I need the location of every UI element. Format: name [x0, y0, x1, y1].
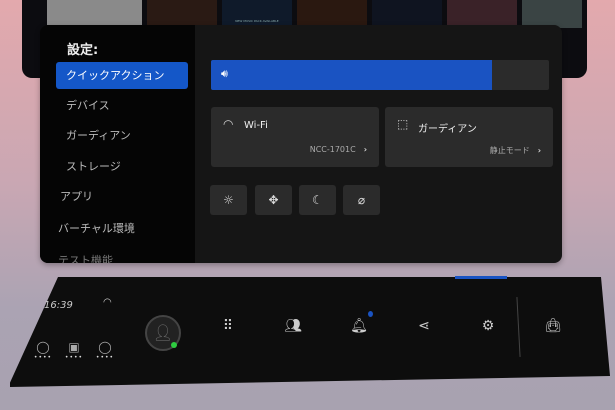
brightness-button[interactable]: ☼ [210, 185, 247, 215]
volume-fill [211, 60, 492, 90]
sidebar-item-quick-actions[interactable]: クイックアクション [56, 62, 188, 89]
library-thumbnail[interactable]: NEW MUSIC PACK AVAILABLE [222, 0, 292, 28]
controller-icon: ◯ [98, 340, 112, 354]
guardian-icon: ⬚ [397, 117, 409, 131]
apps-grid-icon[interactable]: ⠿ [218, 318, 238, 334]
night-mode-button[interactable]: ☾ [299, 185, 336, 215]
settings-panel: 設定: クイックアクション デバイス ガーディアン ストレージ アプリ バーチャ… [40, 25, 562, 263]
active-indicator [455, 276, 507, 279]
people-icon[interactable]: 👥︎ [283, 318, 303, 334]
wifi-tile[interactable]: ◠ Wi-Fi NCC-1701C › [211, 107, 379, 167]
sidebar-item-virtual-environment[interactable]: バーチャル環境 [48, 215, 180, 242]
chevron-right-icon: › [537, 146, 541, 155]
user-icon: 👤︎ [152, 323, 174, 342]
wifi-network-name: NCC-1701C [309, 145, 356, 154]
wifi-network: NCC-1701C › [310, 145, 367, 154]
sidebar-item-apps[interactable]: アプリ [50, 183, 182, 210]
night-mode-icon: ☾ [312, 193, 323, 207]
right-controller-status: ◯ •••• [95, 340, 115, 361]
notification-badge [368, 311, 373, 317]
library-thumbnail[interactable] [297, 0, 367, 28]
library-thumbnail[interactable] [522, 0, 582, 28]
sidebar-item-experimental[interactable]: テスト機能 [48, 247, 180, 263]
brightness-icon: ☼ [223, 193, 234, 207]
notifications-bell-icon[interactable]: 🔔︎ [349, 318, 369, 334]
settings-sidebar: 設定: クイックアクション デバイス ガーディアン ストレージ アプリ バーチャ… [40, 25, 195, 263]
headset-icon: ▣ [68, 340, 80, 354]
headset-status: ▣ •••• [64, 340, 84, 361]
chevron-right-icon: › [363, 145, 367, 154]
online-status-dot [171, 342, 177, 348]
mic-mute-icon: ⌀ [357, 193, 366, 207]
recenter-button[interactable]: ✥ [255, 185, 292, 215]
library-thumbnail[interactable] [447, 0, 517, 28]
settings-gear-icon[interactable]: ⚙︎ [478, 318, 498, 334]
sidebar-item-devices[interactable]: デバイス [56, 92, 188, 119]
store-bag-icon[interactable]: 👜︎ [543, 318, 563, 334]
controller-icon: ◯ [36, 340, 50, 354]
guardian-mode: 静止モード › [490, 145, 541, 156]
left-controller-status: ◯ •••• [33, 340, 53, 361]
wifi-status-icon: ◠ [103, 297, 112, 308]
library-thumbnail[interactable] [372, 0, 442, 28]
wifi-label: Wi-Fi [244, 120, 268, 131]
recenter-icon: ✥ [268, 193, 279, 207]
guardian-label: ガーディアン [418, 124, 477, 135]
speaker-icon: 🔊︎ [221, 67, 228, 80]
volume-slider[interactable]: 🔊︎ [211, 60, 549, 90]
share-icon[interactable]: ⋖ [414, 318, 434, 334]
mic-mute-button[interactable]: ⌀ [343, 185, 380, 215]
sidebar-item-storage[interactable]: ストレージ [56, 153, 188, 180]
library-thumbnail[interactable] [147, 0, 217, 28]
page-title: 設定: [67, 43, 99, 58]
sidebar-item-guardian[interactable]: ガーディアン [56, 122, 188, 149]
guardian-mode-name: 静止モード [489, 146, 530, 155]
wifi-icon: ◠ [223, 117, 234, 131]
clock: 16:39 [44, 300, 73, 311]
guardian-tile[interactable]: ⬚ ガーディアン 静止モード › [385, 107, 553, 167]
library-thumbnail[interactable] [47, 0, 142, 28]
universal-menu-bar [10, 277, 610, 387]
